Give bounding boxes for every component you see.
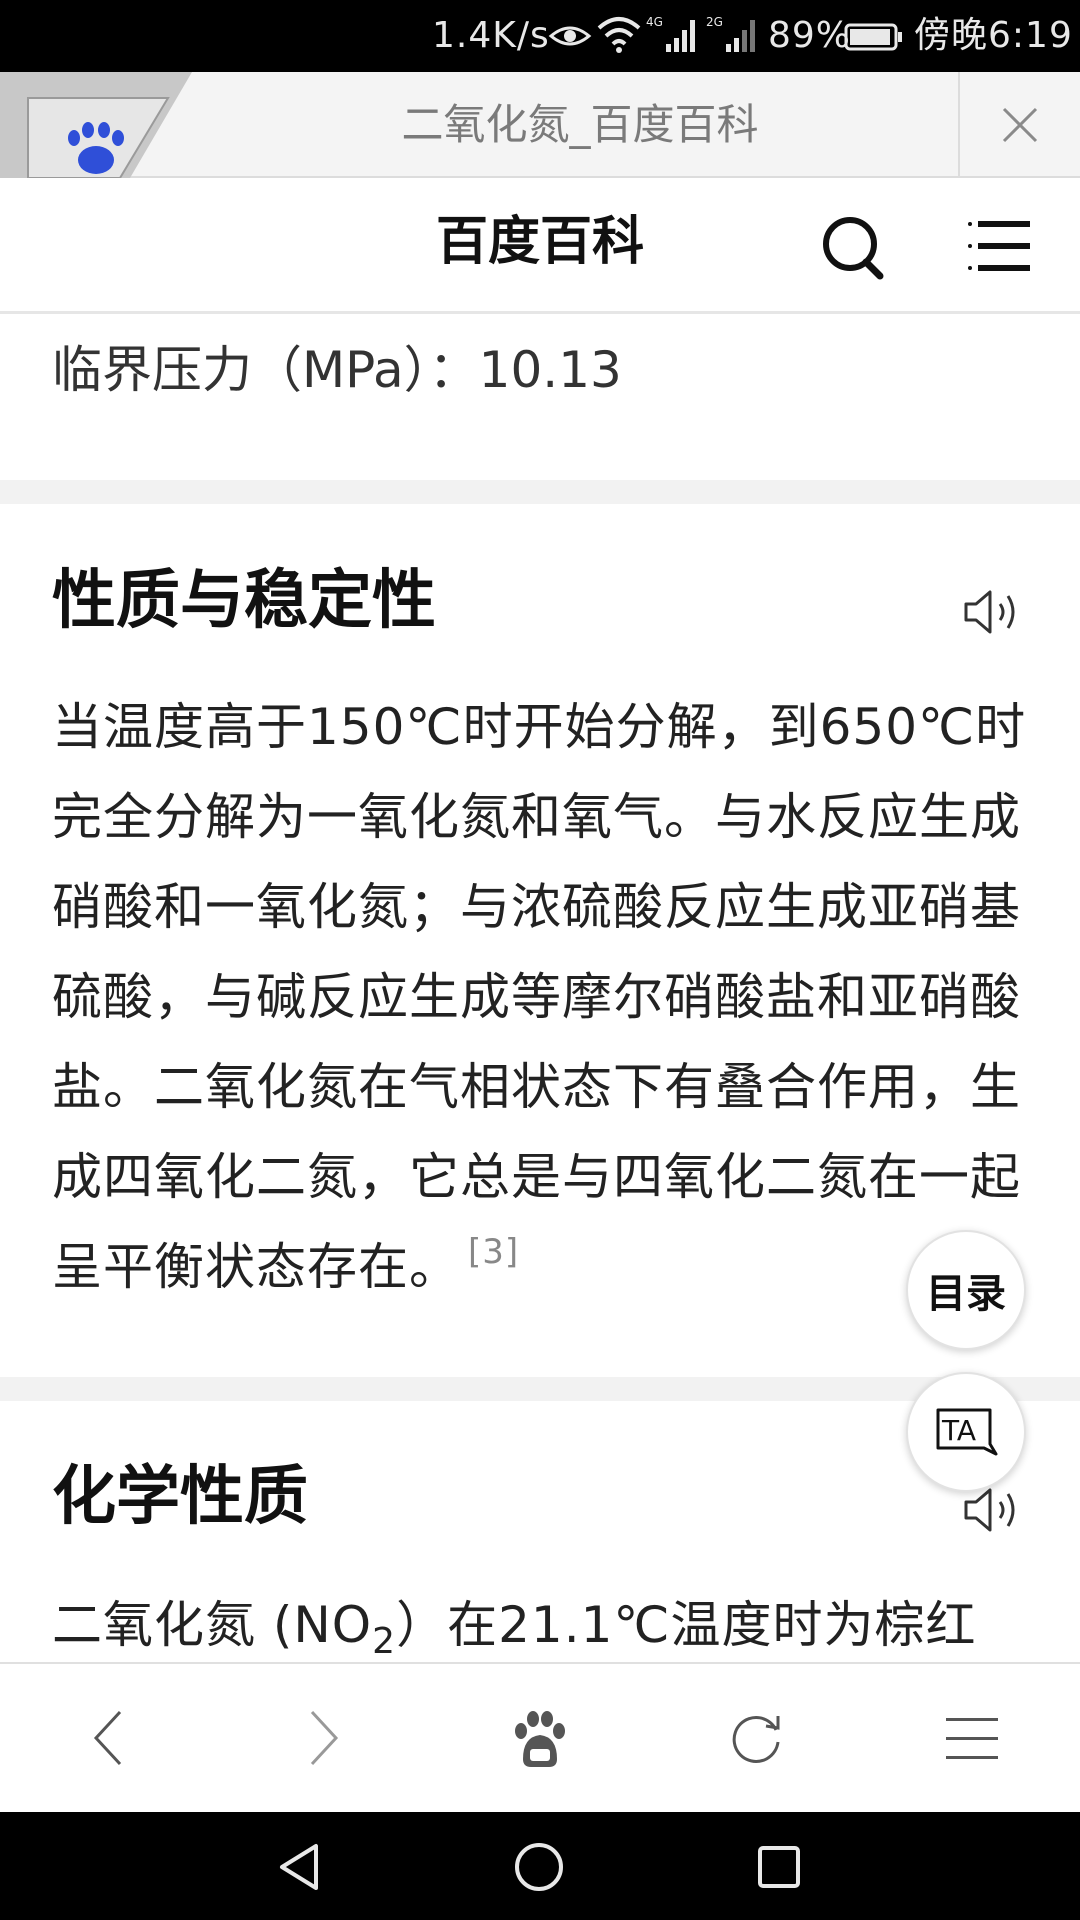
signal-icon: 4G	[646, 15, 695, 52]
menu-icon[interactable]	[966, 218, 1032, 274]
refresh-icon	[732, 1716, 780, 1763]
signal-type-label: 4G	[646, 15, 663, 29]
signal-icon: 2G	[706, 15, 755, 52]
nav-recent-icon[interactable]	[744, 1832, 814, 1902]
menu-icon	[946, 1718, 998, 1759]
close-icon	[1002, 107, 1038, 143]
nav-back-icon[interactable]	[264, 1832, 334, 1902]
back-button[interactable]	[70, 1700, 146, 1776]
critical-pressure-line: 临界压力（MPa）：10.13	[52, 341, 622, 399]
status-bar: 1.4K/s 4G 2G 89% 傍晚6:19	[0, 0, 1080, 72]
back-icon	[93, 1710, 122, 1766]
forward-icon	[310, 1710, 339, 1766]
baidu-home-icon	[515, 1711, 565, 1767]
ta-button[interactable]: TA	[906, 1372, 1026, 1492]
section-divider	[0, 480, 1080, 504]
site-header: 百度百科	[0, 180, 1080, 314]
ta-label: TA	[941, 1414, 976, 1447]
search-icon[interactable]	[818, 212, 890, 284]
citation-link[interactable]: [3]	[468, 1232, 519, 1272]
baidu-home-button[interactable]	[502, 1700, 578, 1776]
browser-tab-bar: 二氧化氮_百度百科	[0, 72, 1080, 178]
toc-button[interactable]: 目录	[906, 1230, 1026, 1350]
battery-percent: 89%	[768, 15, 852, 56]
paragraph-text: 当温度高于150℃时开始分解，到650℃时完全分解为一氧化氮和氧气。与水反应生成…	[52, 698, 1027, 1296]
system-nav-bar	[0, 1812, 1080, 1920]
clock: 傍晚6:19	[914, 15, 1073, 56]
subscript: 2	[372, 1621, 397, 1662]
site-title[interactable]: 百度百科	[0, 210, 1080, 274]
network-speed: 1.4K/s	[432, 15, 550, 56]
paragraph-text: ）在21.1℃温度时为棕红	[396, 1596, 977, 1654]
refresh-button[interactable]	[718, 1700, 794, 1776]
section-title-properties: 性质与稳定性	[52, 564, 436, 638]
toc-label: 目录	[926, 1271, 1006, 1317]
browser-toolbar	[0, 1662, 1080, 1812]
browser-menu-button[interactable]	[934, 1700, 1010, 1776]
signal-type-label: 2G	[706, 15, 723, 29]
nav-home-icon[interactable]	[504, 1832, 574, 1902]
paragraph-text: 二氧化氮 (NO	[52, 1596, 373, 1654]
forward-button[interactable]	[286, 1700, 362, 1776]
eye-icon	[548, 26, 592, 46]
close-tab-button[interactable]	[958, 72, 1080, 178]
speaker-icon[interactable]	[962, 584, 1024, 640]
chemical-paragraph: 二氧化氮 (NO2）在21.1℃温度时为棕红	[52, 1580, 1032, 1670]
properties-paragraph: 当温度高于150℃时开始分解，到650℃时完全分解为一氧化氮和氧气。与水反应生成…	[52, 682, 1032, 1312]
section-title-chemical: 化学性质	[52, 1460, 308, 1534]
battery-icon	[844, 23, 902, 51]
tab-title[interactable]: 二氧化氮_百度百科	[200, 100, 960, 150]
wifi-icon	[597, 17, 641, 53]
ta-icon: TA	[936, 1408, 998, 1456]
baidu-paw-icon[interactable]	[0, 72, 196, 178]
